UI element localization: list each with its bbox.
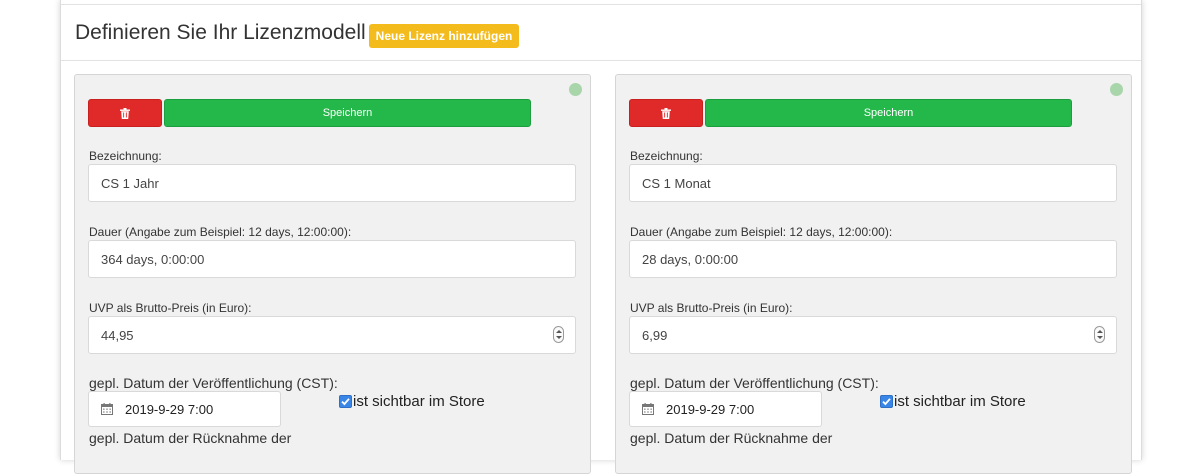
price-stepper[interactable] — [553, 326, 564, 343]
visible-in-store-label: ist sichtbar im Store — [894, 393, 1026, 410]
delete-license-button[interactable] — [629, 99, 703, 127]
price-label: UVP als Brutto-Preis (in Euro): — [630, 301, 793, 315]
trash-icon — [661, 107, 671, 119]
name-input[interactable] — [88, 164, 576, 202]
status-indicator — [569, 83, 582, 96]
save-license-button[interactable]: Speichern — [705, 99, 1072, 127]
duration-input[interactable] — [629, 240, 1117, 278]
visible-in-store-label: ist sichtbar im Store — [353, 393, 485, 410]
price-label: UVP als Brutto-Preis (in Euro): — [89, 301, 252, 315]
trash-icon — [120, 107, 130, 119]
calendar-icon — [101, 403, 113, 415]
license-panel: Definieren Sie Ihr Lizenzmodell Neue Liz… — [60, 0, 1142, 474]
price-field — [88, 316, 576, 354]
publish-date-value: 2019-9-29 7:00 — [666, 402, 755, 417]
license-card: Speichern Bezeichnung: Dauer (Angabe zum… — [74, 74, 591, 474]
visible-in-store-checkbox[interactable] — [880, 395, 893, 408]
duration-label: Dauer (Angabe zum Beispiel: 12 days, 12:… — [630, 225, 893, 239]
visible-in-store-checkbox[interactable] — [339, 395, 352, 408]
duration-input[interactable] — [88, 240, 576, 278]
page-title: Definieren Sie Ihr Lizenzmodell — [75, 21, 366, 44]
panel-header: Definieren Sie Ihr Lizenzmodell Neue Liz… — [61, 5, 1141, 61]
publish-date-label: gepl. Datum der Veröffentlichung (CST): — [630, 375, 879, 391]
name-label: Bezeichnung: — [630, 149, 703, 163]
publish-date-picker[interactable]: 2019-9-29 7:00 — [629, 391, 822, 427]
license-card: Speichern Bezeichnung: Dauer (Angabe zum… — [615, 74, 1132, 474]
price-input[interactable] — [88, 316, 576, 354]
status-indicator — [1110, 83, 1123, 96]
publish-date-value: 2019-9-29 7:00 — [125, 402, 214, 417]
calendar-icon — [642, 403, 654, 415]
checkmark-icon — [882, 398, 891, 406]
price-input[interactable] — [629, 316, 1117, 354]
price-field — [629, 316, 1117, 354]
checkmark-icon — [341, 398, 350, 406]
name-label: Bezeichnung: — [89, 149, 162, 163]
publish-date-picker[interactable]: 2019-9-29 7:00 — [88, 391, 281, 427]
price-stepper[interactable] — [1094, 326, 1105, 343]
withdraw-date-label: gepl. Datum der Rücknahme der — [630, 430, 833, 446]
delete-license-button[interactable] — [88, 99, 162, 127]
name-input[interactable] — [629, 164, 1117, 202]
save-license-button[interactable]: Speichern — [164, 99, 531, 127]
add-license-button[interactable]: Neue Lizenz hinzufügen — [369, 24, 519, 48]
withdraw-date-label: gepl. Datum der Rücknahme der — [89, 430, 292, 446]
publish-date-label: gepl. Datum der Veröffentlichung (CST): — [89, 375, 338, 391]
duration-label: Dauer (Angabe zum Beispiel: 12 days, 12:… — [89, 225, 352, 239]
